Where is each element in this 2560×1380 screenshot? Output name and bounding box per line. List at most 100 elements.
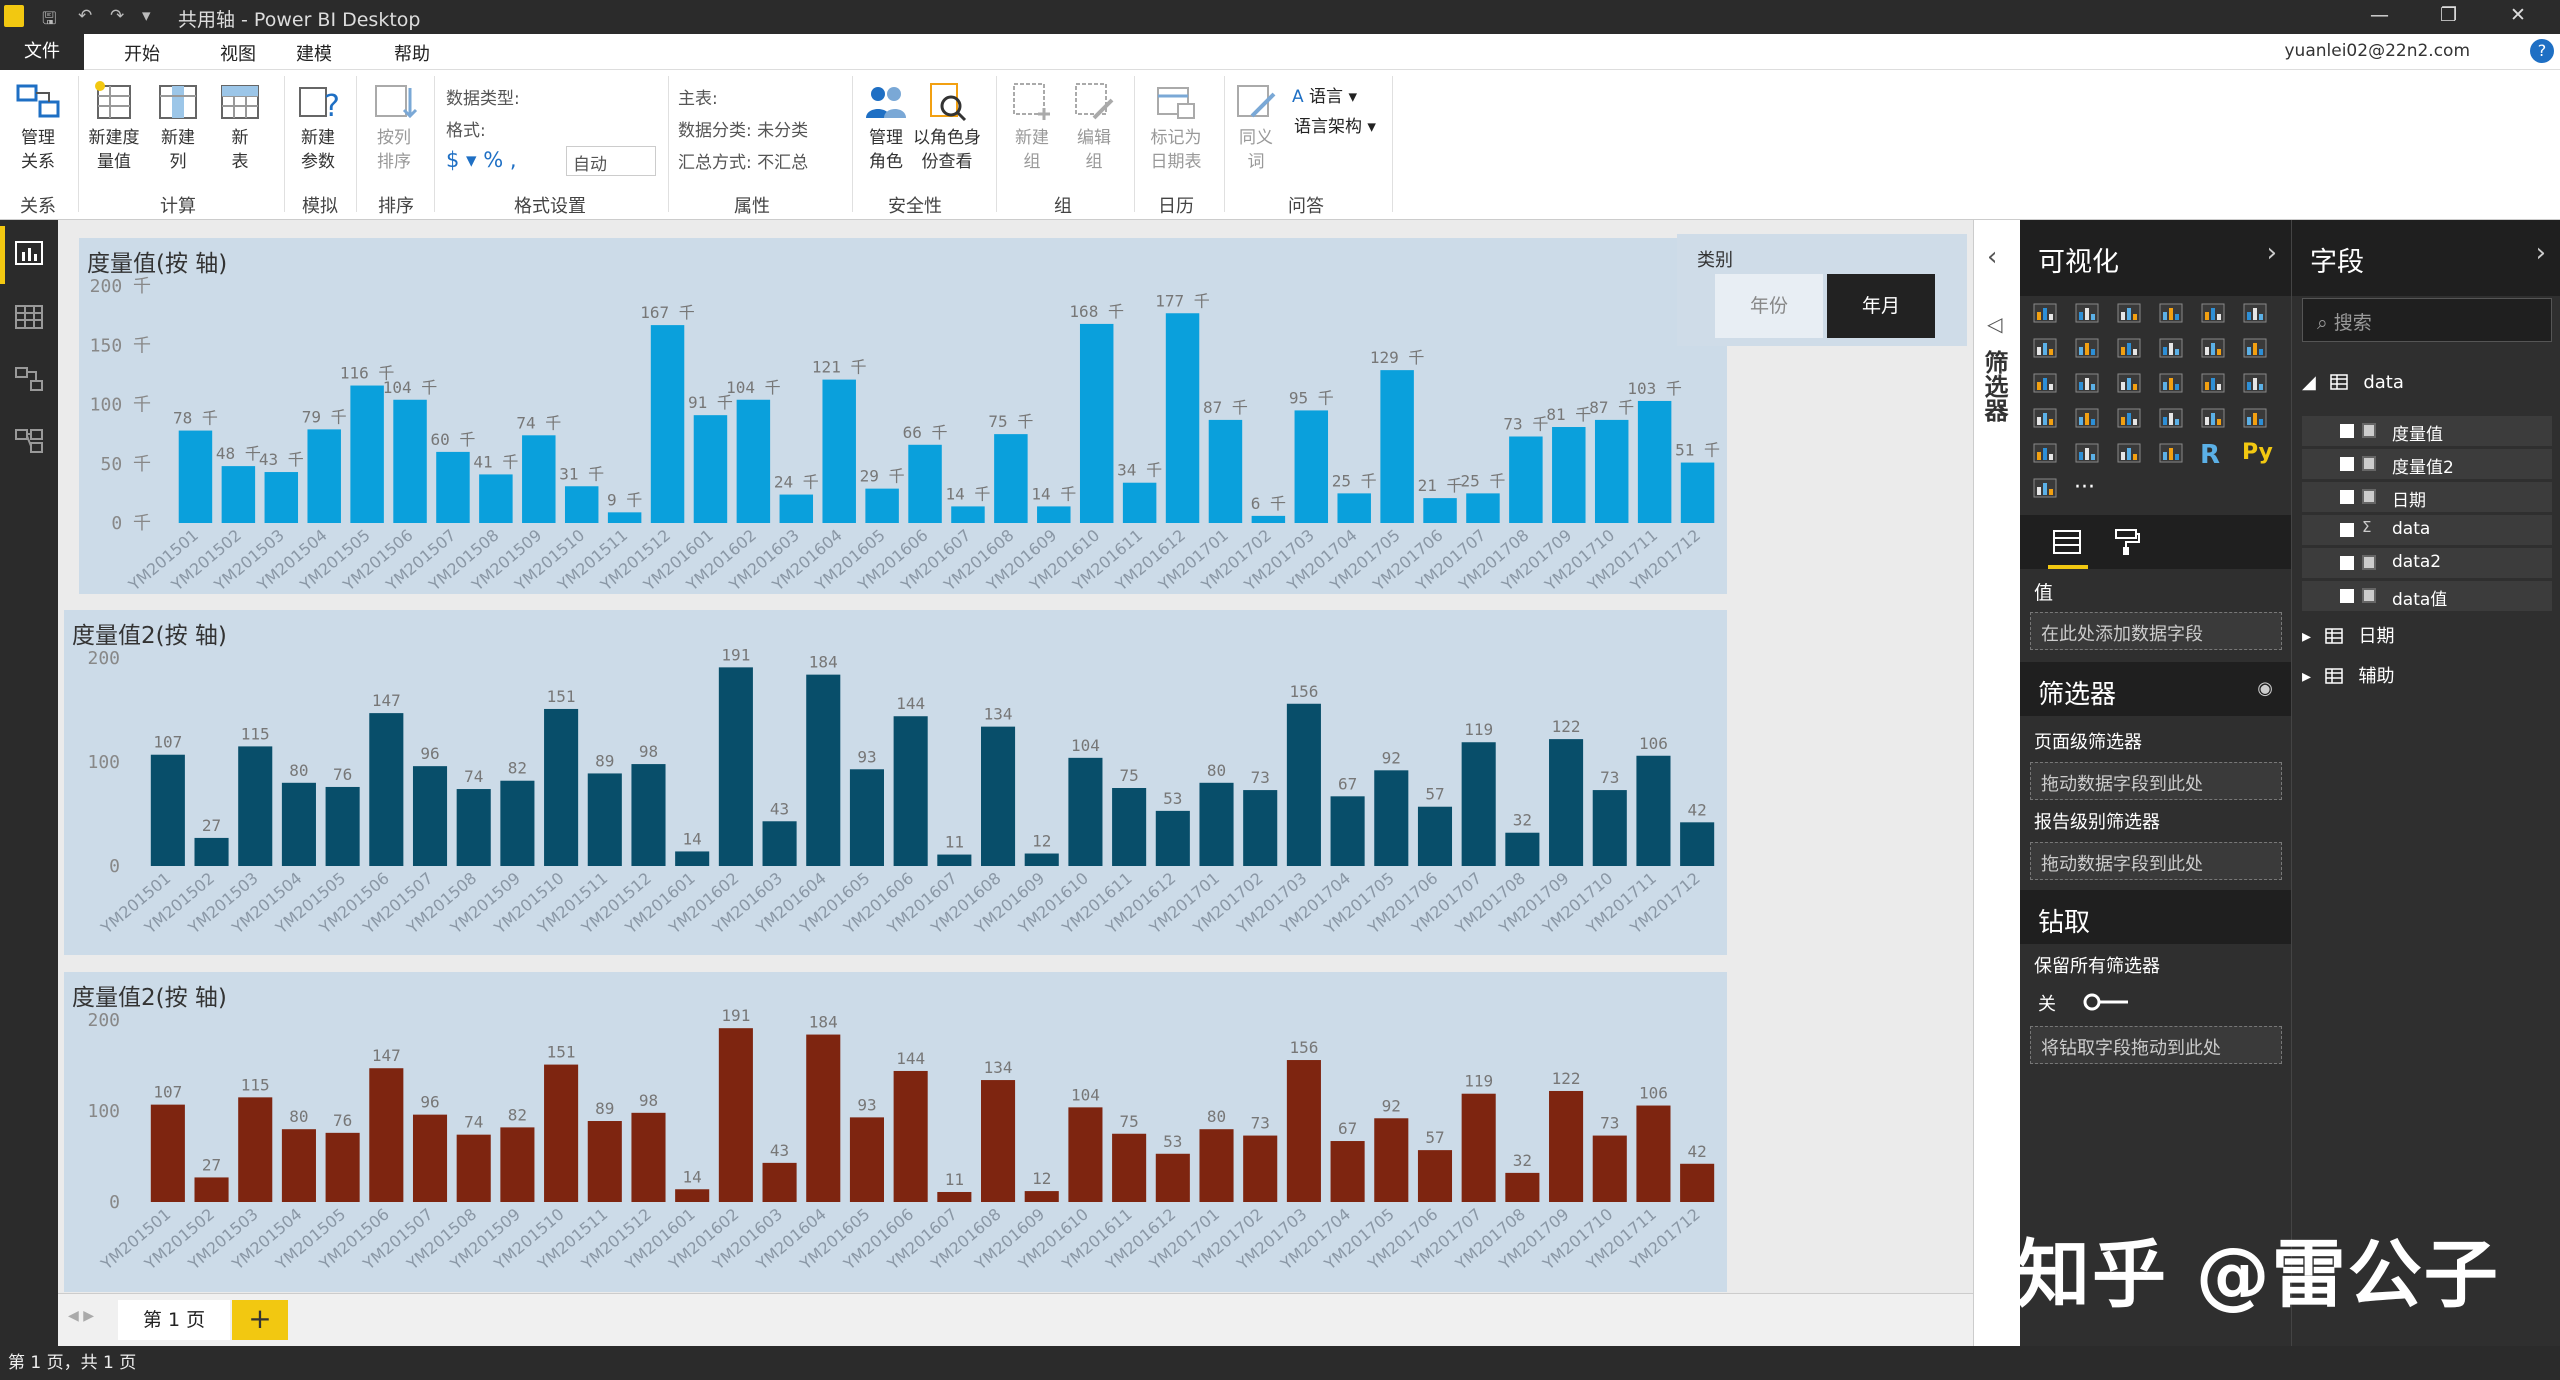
bar[interactable] <box>1466 493 1500 523</box>
bar[interactable] <box>718 667 753 866</box>
tab-view[interactable]: 视图 <box>220 40 256 66</box>
table-node-date[interactable]: ▸ 日期 <box>2302 622 2395 648</box>
bar[interactable] <box>650 325 685 523</box>
format-paint-roller-icon[interactable] <box>2112 527 2142 557</box>
redo-icon[interactable]: ↷ <box>110 6 124 26</box>
bar[interactable] <box>806 674 841 866</box>
bar[interactable] <box>1199 782 1234 866</box>
bar[interactable] <box>564 486 599 523</box>
globe-icon[interactable] <box>2032 475 2058 501</box>
chart-measure2-axis-b[interactable]: 200 100 0 107 YM201501 27 YM201502 115 YM201503 8… <box>64 972 1727 1292</box>
line-column-icon[interactable] <box>2158 335 2184 361</box>
card-icon[interactable] <box>2200 405 2226 431</box>
bar[interactable] <box>806 1034 841 1202</box>
bar[interactable] <box>393 399 427 523</box>
bar[interactable] <box>937 1191 972 1202</box>
bar[interactable] <box>908 444 942 523</box>
bar[interactable] <box>194 1177 229 1202</box>
bar[interactable] <box>981 726 1016 866</box>
field-checkbox[interactable] <box>2340 490 2354 504</box>
bar[interactable] <box>221 466 256 523</box>
100-bar-icon[interactable] <box>2200 300 2226 326</box>
bar[interactable] <box>1680 1163 1715 1202</box>
bar[interactable] <box>994 434 1028 523</box>
python-visual-icon[interactable]: Py <box>2242 440 2273 466</box>
bar[interactable] <box>587 773 622 866</box>
bar[interactable] <box>1122 482 1157 523</box>
stacked-bar-icon[interactable] <box>2032 300 2058 326</box>
bar[interactable] <box>1286 703 1321 866</box>
summarize-dropdown[interactable]: 汇总方式: 不汇总 <box>678 148 808 173</box>
100-column-icon[interactable] <box>2242 300 2268 326</box>
gauge-icon[interactable] <box>2158 405 2184 431</box>
chart-measure-axis[interactable]: 200 千 150 千 100 千 50 千0 千 78 千 YM201501 48 千 YM… <box>79 238 1727 594</box>
bar[interactable] <box>675 851 710 866</box>
data-view-icon[interactable] <box>14 302 44 332</box>
close-icon[interactable]: ✕ <box>2510 4 2526 26</box>
data-type-label[interactable]: 数据类型: <box>446 84 520 109</box>
chevron-left-icon[interactable]: ‹ <box>1987 242 1997 272</box>
bar[interactable] <box>369 713 404 866</box>
page-nav-arrows[interactable]: ◀ ▶ <box>68 1308 94 1324</box>
donut-icon[interactable] <box>2158 370 2184 396</box>
slicer-option-year[interactable]: 年份 <box>1715 274 1823 338</box>
chevron-right-icon[interactable]: › <box>2536 238 2546 268</box>
bar[interactable] <box>1165 313 1200 523</box>
bar[interactable] <box>456 789 491 866</box>
bar[interactable] <box>1243 790 1278 866</box>
bar[interactable] <box>500 1127 535 1202</box>
add-page-button[interactable]: + <box>232 1300 288 1340</box>
table-icon[interactable] <box>2116 440 2142 466</box>
bar[interactable] <box>1024 853 1059 866</box>
bar[interactable] <box>1374 770 1409 866</box>
bar[interactable] <box>1636 755 1671 866</box>
bar[interactable] <box>1505 1172 1540 1202</box>
save-icon[interactable]: 🖫 <box>42 6 56 35</box>
minimize-icon[interactable]: — <box>2370 4 2389 26</box>
field-row[interactable]: 度量值 <box>2302 416 2552 446</box>
tab-help[interactable]: 帮助 <box>394 40 430 66</box>
bar[interactable] <box>762 1162 797 1202</box>
bar[interactable] <box>736 399 771 523</box>
bar[interactable] <box>849 769 884 866</box>
bar[interactable] <box>1112 1133 1147 1202</box>
bar[interactable] <box>436 451 470 523</box>
linguistic-schema-dropdown[interactable]: 语言架构 ▾ <box>1294 112 1376 137</box>
bar[interactable] <box>1637 400 1672 523</box>
field-row[interactable]: data值 <box>2302 581 2552 611</box>
bar[interactable] <box>412 766 448 866</box>
bar[interactable] <box>544 1064 579 1202</box>
line-clustered-column-icon[interactable] <box>2200 335 2226 361</box>
bar[interactable] <box>1417 1150 1453 1202</box>
bar[interactable] <box>1079 323 1114 523</box>
field-checkbox[interactable] <box>2340 523 2354 537</box>
new-column-button[interactable]: 新建列 <box>150 80 206 174</box>
report-view-icon[interactable] <box>14 238 44 268</box>
bar[interactable] <box>479 474 513 523</box>
line-chart-icon[interactable] <box>2032 335 2058 361</box>
sort-by-column-button[interactable]: 按列 排序 <box>362 80 426 174</box>
field-checkbox[interactable] <box>2340 424 2354 438</box>
pie-icon[interactable] <box>2116 370 2142 396</box>
bar[interactable] <box>281 782 316 866</box>
bar[interactable] <box>1636 1105 1671 1202</box>
bar[interactable] <box>1037 506 1071 523</box>
bar[interactable] <box>1549 1090 1584 1202</box>
bar[interactable] <box>325 1132 360 1202</box>
more-visuals-icon[interactable]: ··· <box>2074 475 2100 501</box>
stacked-area-icon[interactable] <box>2116 335 2142 361</box>
drillthrough-drop-zone[interactable]: 将钻取字段拖动到此处 <box>2030 1026 2282 1064</box>
bar[interactable] <box>587 1121 622 1202</box>
mark-date-table-button[interactable]: 标记为 日期表 <box>1140 80 1212 174</box>
bar[interactable] <box>893 716 928 866</box>
scatter-icon[interactable] <box>2074 370 2100 396</box>
bar[interactable] <box>1068 757 1103 866</box>
field-row[interactable]: Σdata <box>2302 515 2552 545</box>
filled-map-icon[interactable] <box>2032 405 2058 431</box>
help-icon[interactable]: ? <box>2530 39 2554 63</box>
bar[interactable] <box>1294 410 1329 523</box>
bar[interactable] <box>1024 1191 1059 1202</box>
bar[interactable] <box>1592 790 1627 866</box>
bar[interactable] <box>865 488 899 523</box>
stacked-column-icon[interactable] <box>2074 300 2100 326</box>
